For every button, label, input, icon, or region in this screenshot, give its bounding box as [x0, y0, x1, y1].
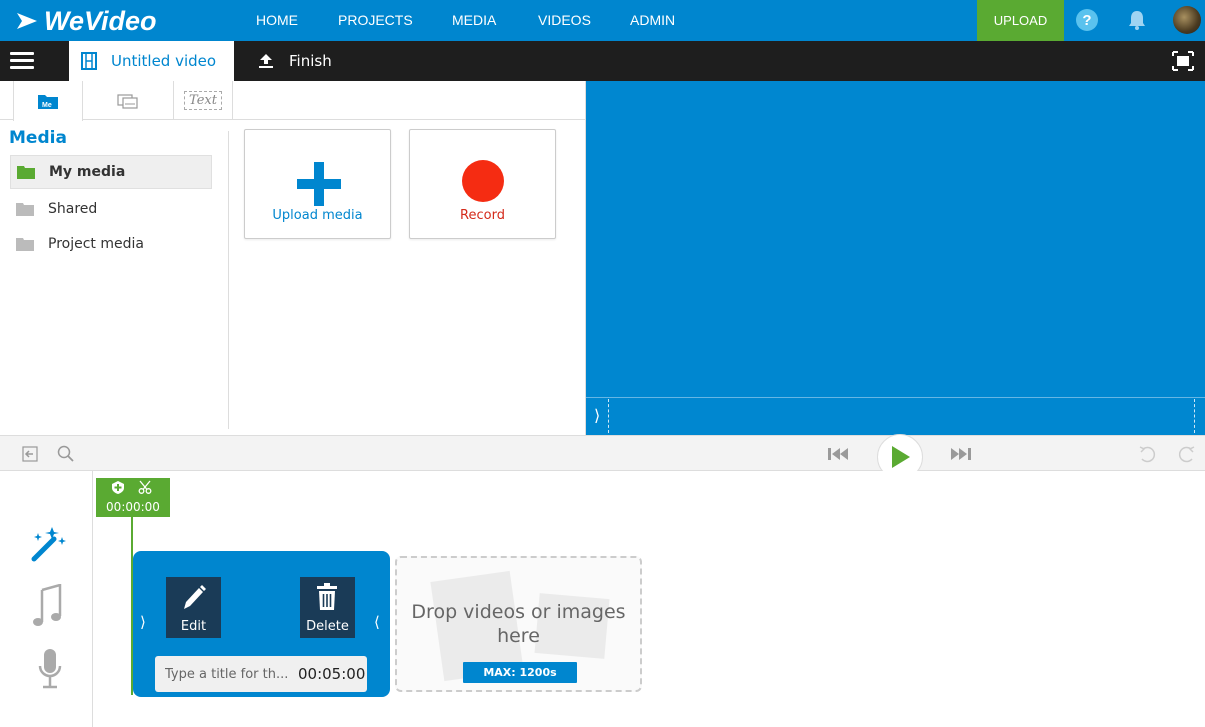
logo-text: WeVideo: [44, 5, 157, 36]
clip-title-placeholder: Type a title for th...: [165, 666, 289, 682]
upload-arrow-icon: [259, 54, 273, 68]
trash-icon: [317, 583, 337, 610]
folder-green-icon: [17, 166, 35, 179]
skip-forward-icon[interactable]: [950, 447, 972, 461]
add-marker-icon[interactable]: [112, 481, 124, 494]
folder-my-media[interactable]: My media: [10, 155, 212, 189]
microphone-icon[interactable]: [37, 648, 63, 690]
upload-media-card[interactable]: Upload media: [244, 129, 391, 239]
search-icon[interactable]: [57, 445, 75, 463]
avatar[interactable]: [1173, 6, 1201, 34]
nav-projects[interactable]: PROJECTS: [338, 12, 413, 28]
top-nav: WeVideo HOME PROJECTS MEDIA VIDEOS ADMIN…: [0, 0, 1205, 41]
delete-label: Delete: [306, 619, 349, 634]
transport-bar: [0, 434, 1205, 480]
playhead-time: 00:00:00: [106, 500, 160, 514]
nav-home[interactable]: HOME: [256, 12, 298, 28]
play-icon: [892, 446, 910, 468]
skip-back-icon[interactable]: [827, 447, 849, 461]
upload-button[interactable]: UPLOAD: [977, 0, 1064, 41]
folder-icon: [16, 238, 34, 251]
folder-label: Shared: [48, 201, 98, 217]
hamburger-menu-icon[interactable]: [10, 52, 34, 70]
video-preview[interactable]: ⟩: [586, 81, 1205, 435]
wevideo-logo[interactable]: WeVideo: [14, 6, 157, 36]
playhead-flag[interactable]: 00:00:00: [96, 478, 170, 517]
project-title-tab[interactable]: Untitled video: [69, 41, 234, 81]
media-heading: Media: [9, 128, 67, 148]
clip-title-field[interactable]: Type a title for th... 00:05:00: [155, 656, 367, 692]
plus-icon: [297, 162, 341, 206]
magic-wand-icon[interactable]: [30, 523, 68, 563]
tab-transitions[interactable]: [83, 81, 173, 120]
bell-icon[interactable]: [1126, 9, 1148, 31]
timeline: 00:00:00 ⟩ Edit Delete ⟨ Type a title fo…: [0, 471, 1205, 727]
panel-divider: [228, 131, 229, 429]
clip-trim-left-icon[interactable]: ⟩: [140, 613, 146, 631]
help-icon[interactable]: ?: [1076, 9, 1098, 31]
drop-zone-text: Drop videos or images here: [411, 601, 626, 647]
library-tabs: Me Text: [0, 81, 586, 121]
tab-text[interactable]: Text: [173, 81, 233, 120]
finish-label: Finish: [289, 52, 332, 70]
track-type-column: [0, 471, 93, 727]
media-library-panel: Me Text Media My media Shared Project me…: [0, 81, 586, 435]
import-icon[interactable]: [22, 446, 38, 462]
nav-media[interactable]: MEDIA: [452, 12, 496, 28]
film-icon: [81, 52, 97, 70]
trim-left-handle-icon[interactable]: ⟩: [594, 406, 600, 425]
folder-shared[interactable]: Shared: [10, 192, 212, 226]
folder-label: Project media: [48, 236, 144, 252]
pencil-icon: [184, 585, 206, 609]
clip-trim-right-icon[interactable]: ⟨: [374, 613, 380, 631]
nav-videos[interactable]: VIDEOS: [538, 12, 591, 28]
folder-label: My media: [49, 164, 126, 180]
transitions-icon: [117, 93, 138, 109]
scissors-icon[interactable]: [138, 480, 152, 494]
tab-media[interactable]: Me: [13, 81, 83, 121]
fullscreen-icon[interactable]: [1172, 51, 1194, 71]
finish-button[interactable]: Finish: [257, 41, 332, 81]
nav-admin[interactable]: ADMIN: [630, 12, 675, 28]
record-label: Record: [460, 208, 505, 223]
svg-text:Me: Me: [42, 102, 52, 109]
folder-project-media[interactable]: Project media: [10, 227, 212, 261]
logo-mark-icon: [17, 13, 37, 29]
editor-toolbar: Untitled video Finish: [0, 41, 1205, 81]
max-duration-badge: MAX: 1200s: [463, 662, 577, 683]
drop-zone[interactable]: Drop videos or images here MAX: 1200s: [395, 556, 642, 692]
timeline-clip[interactable]: ⟩ Edit Delete ⟨ Type a title for th... 0…: [133, 551, 390, 697]
upload-media-label: Upload media: [272, 208, 363, 223]
music-note-icon[interactable]: [32, 584, 64, 628]
redo-icon[interactable]: [1178, 445, 1196, 463]
project-title: Untitled video: [111, 52, 217, 70]
clip-delete-button[interactable]: Delete: [300, 577, 355, 638]
clip-duration: 00:05:00: [298, 665, 366, 683]
text-tab-label: Text: [184, 91, 222, 110]
record-card[interactable]: Record: [409, 129, 556, 239]
record-icon: [462, 160, 504, 202]
preview-trim-bar: ⟩: [586, 397, 1205, 435]
clip-edit-button[interactable]: Edit: [166, 577, 221, 638]
folder-icon: [16, 203, 34, 216]
undo-icon[interactable]: [1138, 445, 1156, 463]
media-folder-icon: Me: [38, 95, 58, 109]
edit-label: Edit: [180, 619, 207, 634]
